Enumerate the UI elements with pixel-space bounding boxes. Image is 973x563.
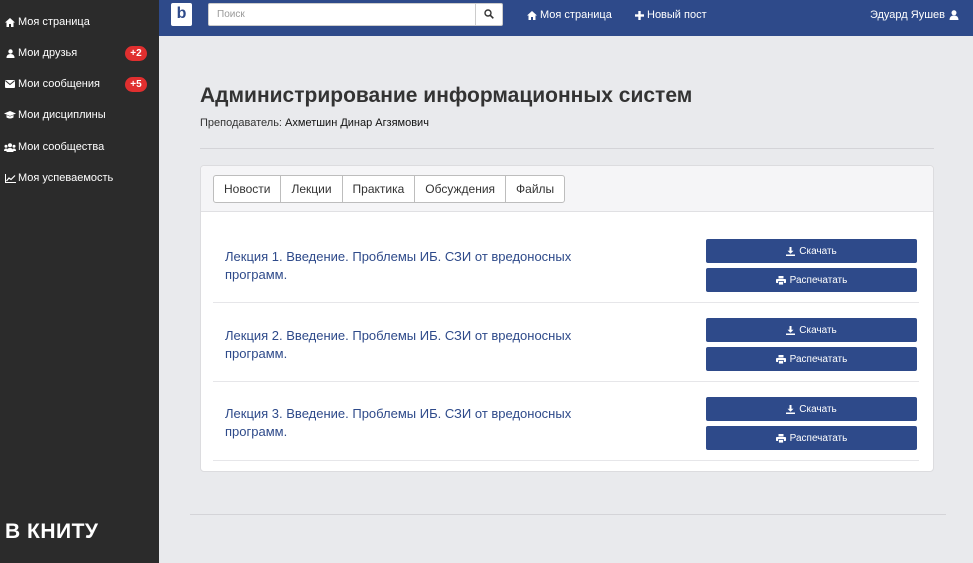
graduation-cap-icon: [4, 111, 16, 119]
download-icon: [786, 325, 796, 335]
lecture-title-link[interactable]: Лекция 1. Введение. Проблемы ИБ. СЗИ от …: [225, 248, 635, 284]
lectures-panel: Новости Лекции Практика Обсуждения Файлы…: [200, 165, 934, 472]
home-icon: [527, 10, 537, 20]
download-button[interactable]: Скачать: [706, 318, 917, 342]
lecture-item: Лекция 3. Введение. Проблемы ИБ. СЗИ от …: [213, 381, 919, 461]
print-button[interactable]: Распечатать: [706, 268, 917, 292]
top-navbar: b Моя страница Новый пост Эдуард Яушев: [159, 0, 973, 36]
user-menu[interactable]: Эдуард Яушев: [870, 9, 959, 21]
sidebar-item-label: Мои дисциплины: [18, 109, 106, 121]
download-icon: [786, 404, 796, 414]
search-input[interactable]: [208, 3, 476, 26]
download-button[interactable]: Скачать: [706, 239, 917, 263]
sidebar-item-label: Мои друзья: [18, 47, 78, 59]
tab-practice[interactable]: Практика: [343, 176, 416, 202]
download-label: Скачать: [799, 324, 837, 336]
print-icon: [775, 275, 786, 285]
user-icon: [4, 48, 16, 58]
sidebar-item-label: Моя страница: [18, 16, 90, 28]
footer-divider: [190, 514, 946, 515]
sidebar-item-communities[interactable]: Мои сообщества: [0, 137, 159, 157]
print-icon: [775, 433, 786, 443]
envelope-icon: [4, 80, 16, 88]
sidebar: Моя страница Мои друзья +2 Мои сообщения…: [0, 0, 159, 563]
site-logo[interactable]: b: [171, 3, 192, 26]
download-button[interactable]: Скачать: [706, 397, 917, 421]
tab-files[interactable]: Файлы: [506, 176, 564, 202]
sidebar-item-disciplines[interactable]: Мои дисциплины: [0, 105, 159, 125]
sidebar-item-label: Мои сообщения: [18, 78, 100, 90]
sidebar-item-label: Моя успеваемость: [18, 172, 114, 184]
teacher-label: Преподаватель:: [200, 117, 282, 129]
line-chart-icon: [4, 173, 16, 183]
search-button[interactable]: [475, 3, 503, 26]
panel-header: Новости Лекции Практика Обсуждения Файлы: [201, 166, 933, 212]
print-label: Распечатать: [789, 353, 848, 365]
lecture-title-link[interactable]: Лекция 3. Введение. Проблемы ИБ. СЗИ от …: [225, 405, 635, 441]
user-name: Эдуард Яушев: [869, 9, 945, 21]
print-label: Распечатать: [789, 274, 848, 286]
nav-new-post-link[interactable]: Новый пост: [635, 9, 707, 21]
user-icon: [949, 10, 959, 20]
sidebar-item-messages[interactable]: Мои сообщения +5: [0, 74, 159, 94]
print-label: Распечатать: [789, 432, 848, 444]
nav-new-post-label: Новый пост: [647, 9, 707, 21]
teacher-name[interactable]: Ахметшин Динар Агзямович: [285, 117, 429, 129]
lecture-item: Лекция 2. Введение. Проблемы ИБ. СЗИ от …: [213, 302, 919, 382]
download-label: Скачать: [799, 245, 837, 257]
tab-discussions[interactable]: Обсуждения: [415, 176, 507, 202]
lecture-item: Лекция 1. Введение. Проблемы ИБ. СЗИ от …: [213, 223, 919, 303]
download-label: Скачать: [799, 403, 837, 415]
download-icon: [786, 246, 796, 256]
print-button[interactable]: Распечатать: [706, 347, 917, 371]
teacher-info: Преподаватель: Ахметшин Динар Агзямович: [200, 117, 429, 129]
print-button[interactable]: Распечатать: [706, 426, 917, 450]
sidebar-item-my-page[interactable]: Моя страница: [0, 12, 159, 32]
tab-lectures[interactable]: Лекции: [281, 176, 343, 202]
sidebar-item-grades[interactable]: Моя успеваемость: [0, 168, 159, 188]
home-icon: [4, 17, 16, 27]
tab-news[interactable]: Новости: [214, 176, 282, 202]
search-icon: [484, 6, 494, 24]
sidebar-item-label: Мои сообщества: [18, 141, 105, 153]
users-icon: [4, 142, 16, 152]
discipline-tabs: Новости Лекции Практика Обсуждения Файлы: [213, 175, 566, 203]
brand-logo-text: В КНИТУ: [5, 520, 99, 543]
page-title: Администрирование информационных систем: [200, 84, 693, 107]
lecture-title-link[interactable]: Лекция 2. Введение. Проблемы ИБ. СЗИ от …: [225, 327, 635, 363]
sidebar-item-friends[interactable]: Мои друзья +2: [0, 43, 159, 63]
friends-count-badge: +2: [125, 46, 147, 61]
print-icon: [775, 354, 786, 364]
plus-icon: [635, 10, 644, 20]
divider: [200, 148, 934, 149]
nav-my-page-link[interactable]: Моя страница: [527, 9, 612, 21]
messages-count-badge: +5: [125, 77, 147, 92]
nav-my-page-label: Моя страница: [540, 9, 612, 21]
